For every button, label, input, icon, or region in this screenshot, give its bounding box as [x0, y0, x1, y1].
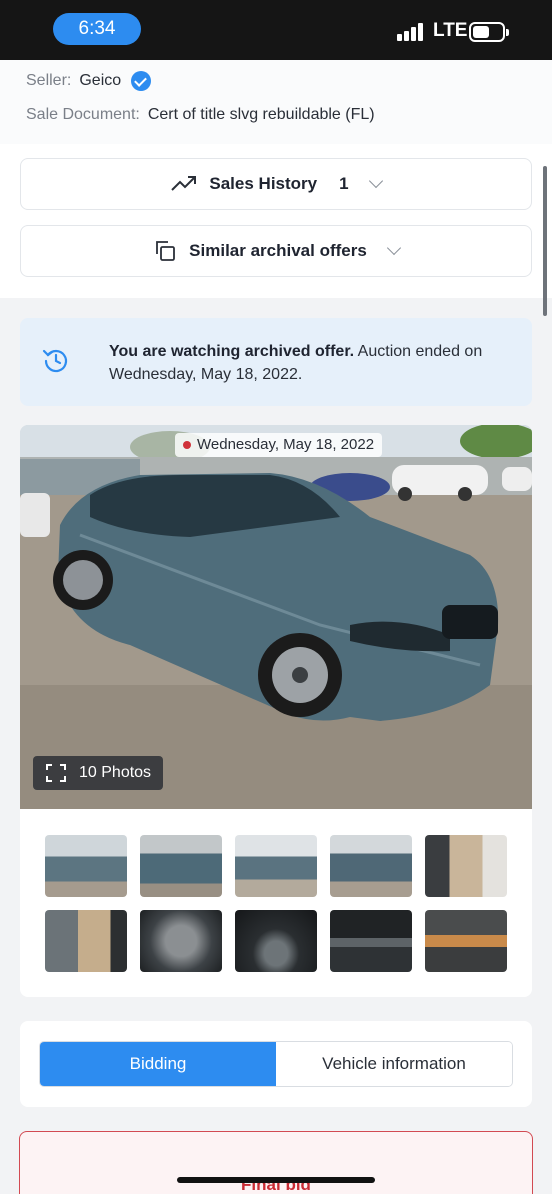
seller-name[interactable]: Geico	[79, 72, 121, 90]
photo-gallery: Wednesday, May 18, 2022 10 Photos	[20, 425, 532, 997]
battery-icon	[469, 22, 509, 42]
archived-notice: You are watching archived offer. Auction…	[20, 318, 532, 406]
verified-badge-icon	[131, 71, 152, 91]
sales-history-accordion[interactable]: Sales History 1	[20, 158, 532, 210]
seller-info: Seller: Geico Sale Document: Cert of tit…	[0, 60, 552, 144]
sales-history-count: 1	[339, 174, 349, 193]
expand-icon	[46, 764, 66, 782]
notice-bold: You are watching archived offer.	[109, 343, 355, 360]
signal-icon	[397, 23, 427, 41]
thumbnail-1[interactable]	[45, 835, 127, 897]
thumbnail-4[interactable]	[330, 835, 412, 897]
thumbnail-8[interactable]	[235, 910, 317, 972]
sales-history-label: Sales History	[209, 174, 318, 193]
seller-row: Seller: Geico	[26, 71, 152, 91]
sale-document-row: Sale Document: Cert of title slvg rebuil…	[26, 106, 375, 124]
thumbnail-2[interactable]	[140, 835, 222, 897]
photo-date: Wednesday, May 18, 2022	[175, 433, 383, 457]
thumbnail-3[interactable]	[235, 835, 317, 897]
scrollbar[interactable]	[543, 166, 547, 316]
status-time: 6:34	[53, 13, 141, 45]
thumbnail-5[interactable]	[425, 835, 507, 897]
tab-bar: Bidding Vehicle information	[39, 1041, 513, 1087]
thumbnail-10[interactable]	[425, 910, 507, 972]
network-label: LTE	[433, 20, 468, 41]
sale-document-value: Cert of title slvg rebuildable (FL)	[147, 106, 375, 123]
similar-offers-label: Similar archival offers	[189, 241, 367, 260]
tabs-card: Bidding Vehicle information	[20, 1021, 532, 1107]
photos-count-button[interactable]: 10 Photos	[33, 756, 164, 790]
thumbnail-grid	[45, 835, 507, 972]
similar-offers-accordion[interactable]: Similar archival offers	[20, 225, 532, 277]
photos-count-label: 10 Photos	[79, 764, 152, 781]
trending-up-icon	[171, 176, 197, 191]
main-vehicle-photo[interactable]: Wednesday, May 18, 2022 10 Photos	[20, 425, 532, 809]
notice-text: You are watching archived offer. Auction…	[109, 340, 509, 386]
home-indicator[interactable]	[177, 1177, 375, 1183]
thumbnail-7[interactable]	[140, 910, 222, 972]
seller-label: Seller:	[26, 72, 72, 89]
chevron-down-icon	[368, 173, 383, 189]
sale-document-label: Sale Document:	[26, 106, 140, 123]
thumbnail-6[interactable]	[45, 910, 127, 972]
offer-panel: Sales History 1 Similar archival offers	[0, 144, 552, 298]
status-bar: 6:34 LTE	[0, 0, 552, 60]
tab-vehicle-information[interactable]: Vehicle information	[276, 1042, 512, 1086]
history-icon	[42, 349, 68, 373]
car-photo-illustration	[20, 425, 532, 809]
thumbnail-9[interactable]	[330, 910, 412, 972]
chevron-down-icon	[386, 240, 401, 256]
tab-bidding[interactable]: Bidding	[40, 1042, 276, 1086]
copy-icon	[156, 241, 176, 261]
